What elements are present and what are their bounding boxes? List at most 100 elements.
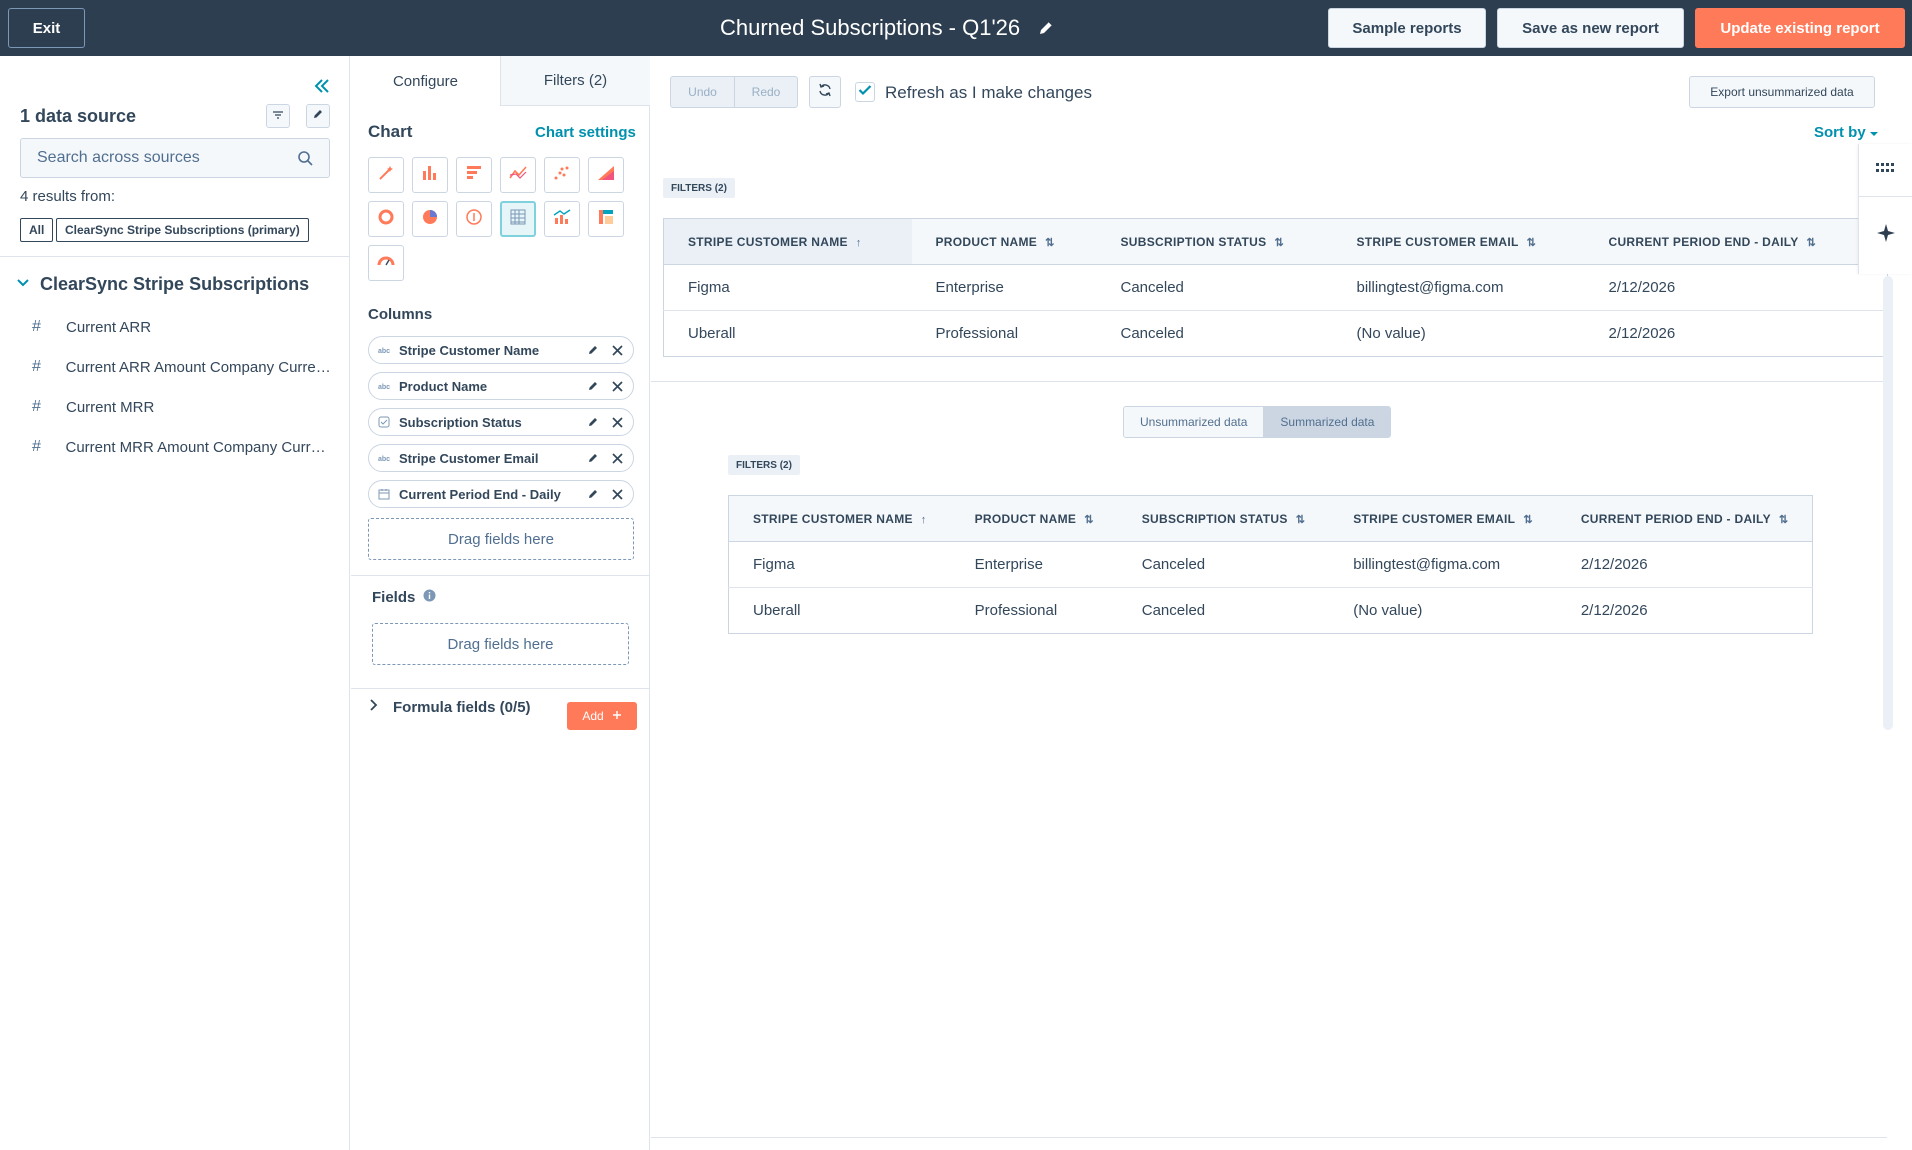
column-pill[interactable]: Subscription Status: [368, 408, 634, 436]
edit-title-pencil-icon[interactable]: [1036, 18, 1056, 38]
field-item-current-mrr-amount[interactable]: # Current MRR Amount Company Currency: [32, 438, 332, 456]
unsummarized-data-tab[interactable]: Unsummarized data: [1124, 407, 1265, 437]
vertical-scrollbar[interactable]: [1883, 276, 1893, 730]
column-header[interactable]: STRIPE CUSTOMER NAME ↑: [728, 495, 951, 542]
sort-icon: ⇅: [1778, 513, 1789, 526]
chip-primary-source[interactable]: ClearSync Stripe Subscriptions (primary): [56, 218, 309, 242]
pencil-icon[interactable]: [585, 414, 601, 430]
info-icon[interactable]: [423, 589, 436, 606]
field-label: Current ARR: [66, 318, 152, 336]
summarized-data-tab[interactable]: Summarized data: [1264, 407, 1391, 437]
chart-type-combo[interactable]: [544, 201, 580, 237]
sparkle-icon: [1876, 223, 1896, 248]
chart-settings-link[interactable]: Chart settings: [535, 124, 636, 141]
line-chart-icon: [508, 163, 528, 188]
sample-reports-button[interactable]: Sample reports: [1328, 8, 1486, 48]
donut-chart-icon: [376, 207, 396, 232]
column-pill[interactable]: abc Stripe Customer Name: [368, 336, 634, 364]
collapse-panel-double-chevron-icon[interactable]: [312, 76, 332, 96]
close-icon[interactable]: [609, 342, 625, 358]
chart-type-magic-wand[interactable]: [368, 157, 404, 193]
chart-type-scatter[interactable]: [544, 157, 580, 193]
formula-fields-toggle[interactable]: Formula fields (0/5): [369, 698, 531, 716]
grid-dots-icon: [1876, 160, 1896, 178]
tab-filters[interactable]: Filters (2): [501, 56, 650, 106]
filters-tag[interactable]: FILTERS (2): [663, 178, 735, 198]
refresh-icon: [818, 83, 832, 102]
filters-tag[interactable]: FILTERS (2): [728, 455, 800, 475]
column-pill[interactable]: abc Stripe Customer Email: [368, 444, 634, 472]
column-label: Stripe Customer Name: [399, 342, 540, 358]
chart-type-vertical-bar[interactable]: [412, 157, 448, 193]
chart-type-table[interactable]: [500, 201, 536, 237]
chart-type-pivot[interactable]: [588, 201, 624, 237]
chart-type-horizontal-bar[interactable]: [456, 157, 492, 193]
columns-drop-zone[interactable]: Drag fields here: [368, 518, 634, 560]
column-header[interactable]: CURRENT PERIOD END - DAILY ⇅: [1556, 495, 1813, 542]
chart-type-line[interactable]: [500, 157, 536, 193]
table-cell: Canceled: [1141, 602, 1206, 619]
column-header[interactable]: STRIPE CUSTOMER EMAIL ⇅: [1329, 495, 1557, 542]
refresh-button[interactable]: [809, 76, 841, 108]
pencil-icon[interactable]: [585, 450, 601, 466]
close-icon[interactable]: [609, 450, 625, 466]
field-item-current-arr[interactable]: # Current ARR: [32, 318, 332, 336]
close-icon[interactable]: [609, 378, 625, 394]
sort-ascending-icon: ↑: [920, 513, 927, 526]
save-as-new-report-button[interactable]: Save as new report: [1497, 8, 1684, 48]
header-text: STRIPE CUSTOMER NAME: [688, 234, 848, 249]
pencil-icon[interactable]: [585, 486, 601, 502]
source-group-header[interactable]: ClearSync Stripe Subscriptions: [16, 274, 309, 295]
divider: [0, 256, 350, 257]
search-sources-box[interactable]: [20, 138, 330, 178]
ai-assistant-button[interactable]: [1859, 210, 1912, 260]
search-input[interactable]: [37, 149, 287, 167]
columns-section-label: Columns: [368, 306, 433, 323]
close-icon[interactable]: [609, 414, 625, 430]
export-unsummarized-button[interactable]: Export unsummarized data: [1689, 76, 1875, 108]
caret-down-icon: [1869, 124, 1878, 141]
column-pill[interactable]: Current Period End - Daily: [368, 480, 634, 508]
chart-type-gauge[interactable]: [368, 245, 404, 281]
table-cell: Professional: [935, 325, 1019, 342]
field-item-current-arr-amount[interactable]: # Current ARR Amount Company Currency: [32, 358, 332, 376]
close-icon[interactable]: [609, 486, 625, 502]
column-header[interactable]: PRODUCT NAME ⇅: [911, 218, 1097, 265]
text-type-icon: abc: [377, 451, 391, 465]
chart-type-pie[interactable]: [412, 201, 448, 237]
table-cell: 2/12/2026: [1556, 541, 1813, 588]
chip-all[interactable]: All: [20, 218, 54, 242]
refresh-checkbox[interactable]: [855, 82, 875, 102]
column-header[interactable]: CURRENT PERIOD END - DAILY ⇅: [1584, 218, 1888, 265]
column-pill[interactable]: abc Product Name: [368, 372, 634, 400]
column-header[interactable]: PRODUCT NAME ⇅: [950, 495, 1118, 542]
redo-button[interactable]: Redo: [734, 76, 798, 108]
column-header[interactable]: SUBSCRIPTION STATUS ⇅: [1117, 495, 1330, 542]
column-header[interactable]: STRIPE CUSTOMER EMAIL ⇅: [1332, 218, 1585, 265]
table-cell: Canceled: [1117, 541, 1330, 588]
apps-grid-button[interactable]: [1859, 144, 1912, 194]
chart-type-area[interactable]: [588, 157, 624, 193]
results-from-text: 4 results from:: [20, 188, 116, 205]
update-existing-report-button[interactable]: Update existing report: [1695, 8, 1905, 48]
undo-button[interactable]: Undo: [670, 76, 735, 108]
chart-type-donut[interactable]: [368, 201, 404, 237]
add-formula-button[interactable]: Add: [567, 702, 637, 730]
sort-by-dropdown[interactable]: Sort by: [1814, 124, 1878, 141]
field-item-current-mrr[interactable]: # Current MRR: [32, 398, 332, 416]
tab-configure[interactable]: Configure: [351, 56, 501, 106]
column-header[interactable]: SUBSCRIPTION STATUS ⇅: [1096, 218, 1333, 265]
column-header[interactable]: STRIPE CUSTOMER NAME ↑: [663, 218, 912, 265]
filter-list-button[interactable]: [266, 104, 290, 128]
edit-data-source-button[interactable]: [306, 104, 330, 128]
pencil-icon[interactable]: [585, 342, 601, 358]
header-text: CURRENT PERIOD END - DAILY: [1580, 511, 1771, 526]
pencil-icon[interactable]: [585, 378, 601, 394]
report-title[interactable]: Churned Subscriptions - Q1'26: [720, 14, 1056, 42]
chart-type-kpi[interactable]: [456, 201, 492, 237]
table-row: Figma Enterprise Canceled billingtest@fi…: [728, 541, 1813, 588]
svg-text:abc: abc: [378, 384, 390, 390]
table-cell: billingtest@figma.com: [1332, 264, 1585, 311]
exit-button[interactable]: Exit: [8, 8, 85, 48]
fields-drop-zone[interactable]: Drag fields here: [372, 623, 629, 665]
